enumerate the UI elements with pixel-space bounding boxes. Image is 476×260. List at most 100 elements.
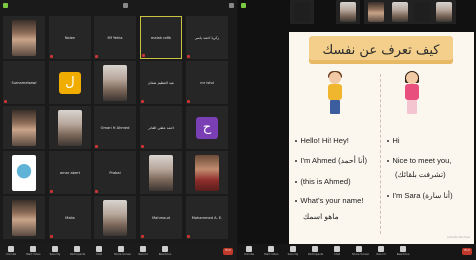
participant-name: Mahmoud	[152, 215, 170, 220]
toolbar-label: End	[225, 249, 231, 252]
dialog-line: I'm Sara (أنا سارة)	[387, 191, 453, 200]
participant-video	[12, 20, 36, 56]
participant-name: omar abert	[59, 170, 81, 175]
unmute-button[interactable]: Unmute	[242, 246, 256, 258]
record-icon	[140, 246, 146, 252]
grid-view-icon[interactable]	[123, 3, 128, 8]
dialog-line: Hello! Hi! Hey!	[295, 136, 349, 145]
muted-mic-icon	[95, 55, 98, 58]
shield-icon[interactable]	[3, 3, 8, 8]
share-screen-button[interactable]: Share Screen	[114, 246, 132, 258]
share-screen-icon	[118, 246, 124, 252]
participant-tile[interactable]: Omari H Ahmed	[94, 106, 136, 149]
participant-tile[interactable]: Nolen	[49, 16, 91, 59]
end-button[interactable]: End	[223, 248, 233, 255]
participant-video	[392, 2, 408, 22]
muted-mic-icon	[50, 55, 53, 58]
participant-tile[interactable]: Sumamelsawi	[3, 61, 45, 104]
dialog-text: I'm Ahmed (أنا أحمد)	[300, 156, 368, 165]
participant-video	[368, 2, 384, 22]
share-screen-button[interactable]: Share Screen	[352, 246, 369, 258]
start-video-button[interactable]: Start Video	[26, 246, 40, 258]
chat-button[interactable]: Chat	[330, 246, 344, 258]
participant-tile[interactable]	[3, 151, 45, 194]
participant-thumbnail[interactable]	[364, 0, 388, 24]
toolbar-label: Start Video	[264, 253, 279, 256]
start-video-icon	[268, 246, 274, 252]
security-icon	[52, 246, 58, 252]
toolbar-label: Share Screen	[114, 253, 132, 256]
toolbar-label: Security	[49, 253, 61, 256]
unmute-button[interactable]: Unmute	[4, 246, 18, 258]
participant-thumbnail[interactable]	[290, 0, 314, 24]
fullscreen-icon[interactable]	[229, 3, 234, 8]
participant-tile[interactable]	[94, 196, 136, 239]
participant-tile[interactable]: Malia	[49, 196, 91, 239]
muted-mic-icon	[4, 100, 7, 103]
toolbar-label: Reactions	[396, 253, 410, 256]
participant-tile[interactable]: Prabal	[94, 151, 136, 194]
participant-gallery: Nolen Mf Yehia malak rafik زكريا احمد ياسر S…	[0, 14, 237, 244]
record-icon	[378, 246, 384, 252]
security-button[interactable]: Security	[286, 246, 300, 258]
participant-video	[103, 65, 127, 101]
participant-tile[interactable]: omar abert	[49, 151, 91, 194]
dialog-line: (تشرفت بلقائك)	[387, 170, 446, 179]
record-button[interactable]: Record	[136, 246, 150, 258]
dialog-line: Nice to meet you,	[387, 156, 451, 165]
end-button[interactable]: End	[462, 248, 472, 255]
participant-tile[interactable]: زكريا احمد ياسر	[186, 16, 228, 59]
bullet-icon	[295, 199, 298, 203]
bullet-icon	[295, 159, 298, 163]
participant-tile[interactable]: ل	[49, 61, 91, 104]
security-icon	[290, 246, 296, 252]
participant-thumbnail[interactable]	[432, 0, 456, 24]
participant-tile[interactable]: ح	[186, 106, 228, 149]
dialog-text: ماهو اسمك	[303, 212, 339, 221]
participant-thumbnail[interactable]	[410, 0, 434, 24]
participant-avatar: ح	[196, 116, 218, 139]
participants-button[interactable]: Participants	[308, 246, 323, 258]
reactions-button[interactable]: Reactions	[396, 246, 410, 258]
participant-tile[interactable]	[49, 106, 91, 149]
dialog-text: (this is Ahmed)	[300, 177, 351, 186]
bullet-icon	[387, 194, 390, 198]
participants-button[interactable]: Participants	[70, 246, 85, 258]
participant-thumbnail[interactable]	[336, 0, 360, 24]
participant-tile[interactable]	[3, 106, 45, 149]
muted-mic-icon	[95, 145, 98, 148]
chat-icon	[96, 246, 102, 252]
security-button[interactable]: Security	[48, 246, 62, 258]
participant-tile[interactable]	[186, 151, 228, 194]
start-video-icon	[30, 246, 36, 252]
participant-tile[interactable]: mr ishd	[186, 61, 228, 104]
participant-tile[interactable]: Mohammed A. E.	[186, 196, 228, 239]
record-button[interactable]: Record	[374, 246, 388, 258]
participant-tile[interactable]	[140, 151, 182, 194]
participant-tile[interactable]	[3, 196, 45, 239]
participant-tile[interactable]	[94, 61, 136, 104]
chat-button[interactable]: Chat	[92, 246, 106, 258]
reactions-button[interactable]: Reactions	[158, 246, 172, 258]
boy-illustration	[324, 71, 346, 116]
dialog-text: Hi	[392, 136, 400, 145]
muted-mic-icon	[141, 235, 144, 238]
participant-tile[interactable]: Mf Yehia	[94, 16, 136, 59]
start-video-button[interactable]: Start Video	[264, 246, 278, 258]
dialog-text: Hello! Hi! Hey!	[300, 136, 349, 145]
reactions-icon	[400, 246, 406, 252]
toolbar-label: Chat	[95, 253, 103, 256]
toolbar-label: Chat	[333, 253, 341, 256]
gallery-window: Nolen Mf Yehia malak rafik زكريا احمد ياسر S…	[0, 0, 237, 260]
participant-thumbnail[interactable]	[388, 0, 412, 24]
participant-tile[interactable]: Mahmoud	[140, 196, 182, 239]
participant-name: زكريا احمد ياسر	[194, 35, 220, 40]
participant-name: Mf Yehia	[107, 35, 123, 40]
toolbar-label: Security	[287, 253, 299, 256]
participant-tile[interactable]: احمد عطي القادر	[140, 106, 182, 149]
shield-icon[interactable]	[241, 3, 246, 8]
muted-mic-icon	[187, 100, 190, 103]
participant-tile[interactable]	[3, 16, 45, 59]
participant-tile[interactable]: عبد العظيم نعمان	[140, 61, 182, 104]
participant-tile[interactable]: malak rafik	[140, 16, 182, 59]
